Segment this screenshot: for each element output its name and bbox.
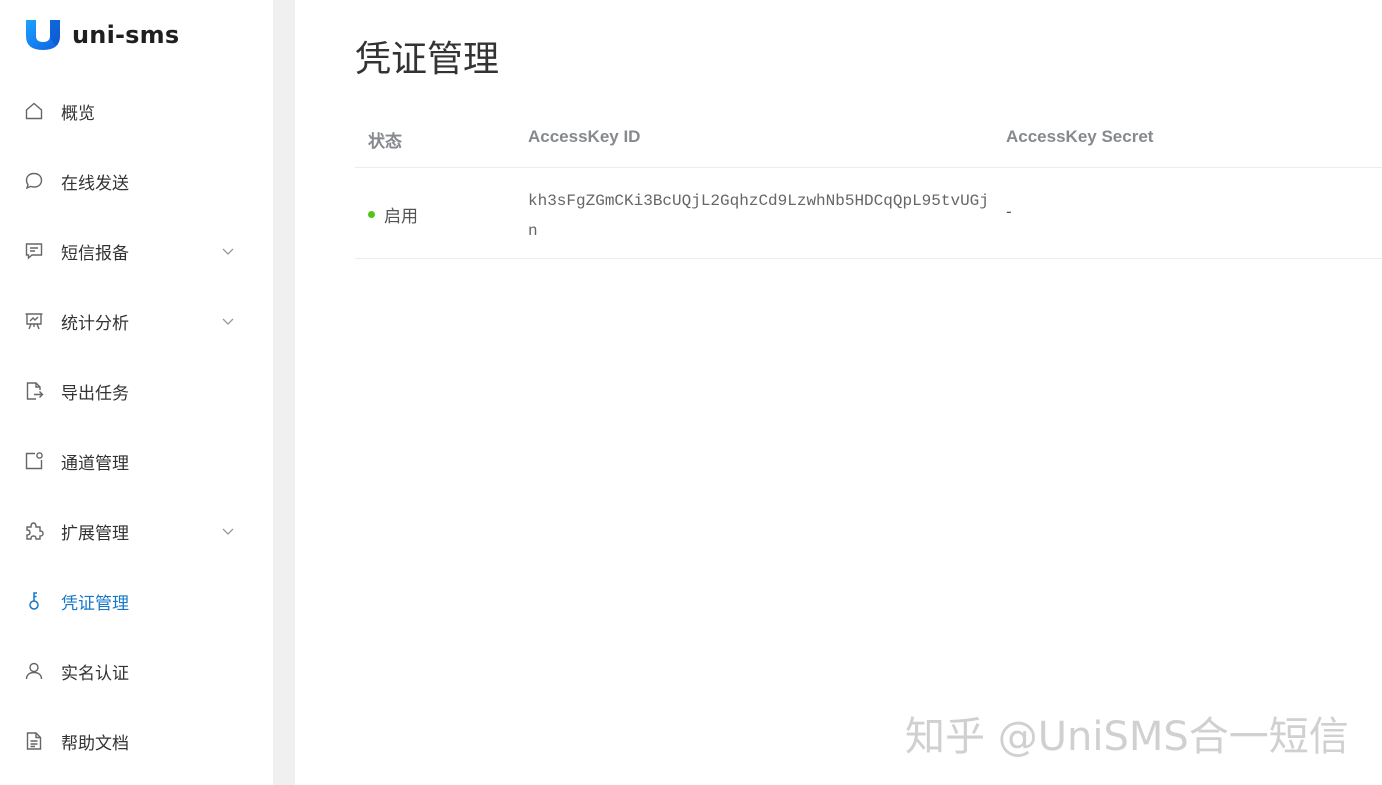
- user-icon: [24, 661, 44, 681]
- main-content: 凭证管理 状态 AccessKey ID AccessKey Secret 启用…: [295, 0, 1382, 785]
- sidebar-item-label: 统计分析: [61, 313, 129, 334]
- sidebar-item-channel-management[interactable]: 通道管理: [0, 426, 273, 496]
- chevron-down-icon[interactable]: [220, 313, 236, 329]
- sidebar-item-help-docs[interactable]: 帮助文档: [0, 706, 273, 776]
- app-root: uni-sms 概览 在线发送 短信报备 统计分析 导出任务 通道管理 扩展管理…: [0, 0, 1382, 785]
- chevron-down-icon[interactable]: [220, 243, 236, 259]
- sidebar-item-label: 短信报备: [61, 243, 129, 264]
- logo-text: uni-sms: [72, 21, 180, 49]
- sidebar-item-real-name-verification[interactable]: 实名认证: [0, 636, 273, 706]
- sidebar-item-export-tasks[interactable]: 导出任务: [0, 356, 273, 426]
- presentation-chart-icon: [24, 311, 44, 331]
- sidebar-item-online-send[interactable]: 在线发送: [0, 146, 273, 216]
- access-key-secret-value: -: [1006, 202, 1012, 221]
- chat-bubble-icon: [24, 171, 44, 191]
- sidebar-item-label: 导出任务: [61, 383, 129, 404]
- access-key-id-value[interactable]: kh3sFgZGmCKi3BcUQjL2GqhzCd9LzwhNb5HDCqQp…: [528, 186, 998, 246]
- channel-icon: [24, 451, 44, 471]
- sidebar-item-extension-management[interactable]: 扩展管理: [0, 496, 273, 566]
- key-icon: [24, 591, 44, 611]
- sidebar-item-label: 帮助文档: [61, 733, 129, 754]
- column-header-access-key-secret: AccessKey Secret: [1006, 127, 1154, 146]
- sidebar-item-label: 通道管理: [61, 453, 129, 474]
- sidebar-item-label: 概览: [61, 103, 95, 124]
- sidebar-item-label: 扩展管理: [61, 523, 129, 544]
- table-header: 状态 AccessKey ID AccessKey Secret: [355, 106, 1382, 168]
- logo[interactable]: uni-sms: [24, 18, 179, 52]
- sidebar-item-credential-management[interactable]: 凭证管理: [0, 566, 273, 636]
- puzzle-icon: [24, 521, 44, 541]
- column-header-access-key-id: AccessKey ID: [528, 127, 641, 146]
- file-export-icon: [24, 381, 44, 401]
- table-row: 启用 kh3sFgZGmCKi3BcUQjL2GqhzCd9LzwhNb5HDC…: [355, 168, 1382, 259]
- uni-logo-icon: [26, 20, 60, 50]
- watermark: 知乎 @UniSMS合一短信: [905, 714, 1349, 760]
- status-dot-icon: [368, 211, 375, 218]
- sidebar: uni-sms 概览 在线发送 短信报备 统计分析 导出任务 通道管理 扩展管理…: [0, 0, 273, 785]
- status-badge: 启用: [368, 202, 418, 227]
- chevron-down-icon[interactable]: [220, 523, 236, 539]
- page-title: 凭证管理: [355, 39, 500, 80]
- sidebar-item-statistics[interactable]: 统计分析: [0, 286, 273, 356]
- home-icon: [24, 101, 44, 121]
- sidebar-gutter: [273, 0, 295, 785]
- sidebar-item-label: 实名认证: [61, 663, 129, 684]
- status-text: 启用: [384, 207, 418, 227]
- sidebar-nav: 概览 在线发送 短信报备 统计分析 导出任务 通道管理 扩展管理 凭证管理 实名…: [0, 76, 273, 776]
- message-report-icon: [24, 241, 44, 261]
- sidebar-item-label: 在线发送: [61, 173, 129, 194]
- sidebar-item-sms-report[interactable]: 短信报备: [0, 216, 273, 286]
- document-icon: [24, 731, 44, 751]
- sidebar-item-label: 凭证管理: [61, 593, 129, 614]
- column-header-status: 状态: [368, 132, 402, 151]
- credentials-table: 状态 AccessKey ID AccessKey Secret 启用 kh3s…: [355, 106, 1382, 259]
- sidebar-item-overview[interactable]: 概览: [0, 76, 273, 146]
